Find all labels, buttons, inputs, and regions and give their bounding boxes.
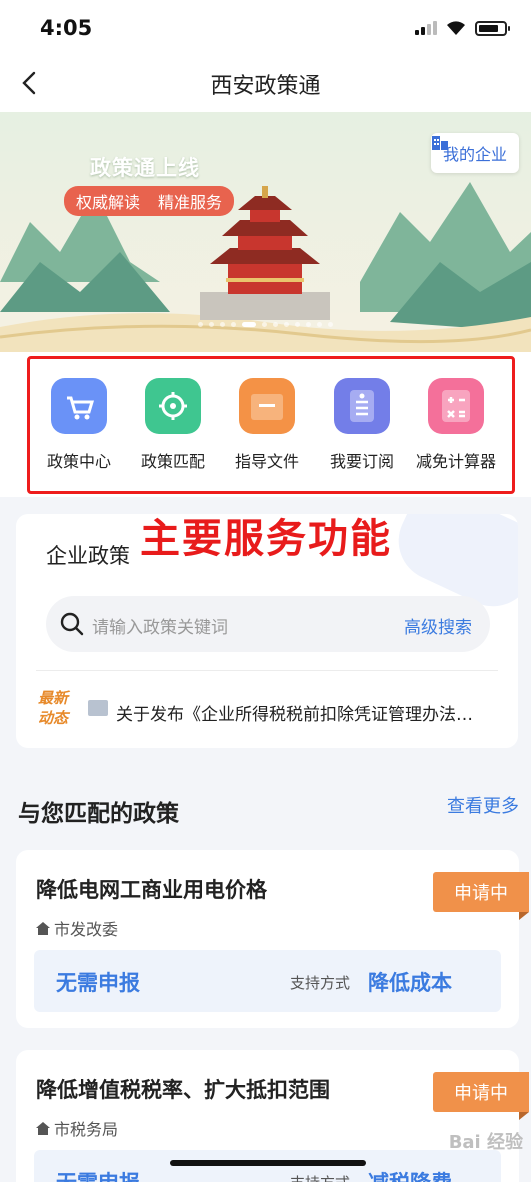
- service-label: 减免计算器: [415, 452, 496, 471]
- policy-info-bar: 无需申报 支持方式 降低成本: [34, 950, 501, 1012]
- latest-news-badge: 最新动态: [38, 689, 69, 727]
- support-label: 支持方式: [290, 1172, 350, 1182]
- my-enterprise-label: 我的企业: [442, 145, 507, 164]
- status-bar: 4:05: [0, 0, 531, 56]
- policy-info-bar: 无需申报 支持方式 减税降费: [34, 1150, 501, 1182]
- policy-department: 市发改委: [36, 916, 118, 940]
- page-title: 西安政策通: [210, 74, 321, 99]
- view-more-link[interactable]: 查看更多: [447, 792, 519, 818]
- policy-department: 市税务局: [36, 1116, 118, 1140]
- service-reduction-calculator[interactable]: 减免计算器: [408, 378, 504, 472]
- service-label: 政策匹配: [140, 452, 205, 471]
- annotation-label: 主要服务功能: [140, 516, 392, 562]
- my-enterprise-button[interactable]: 我的企业: [430, 133, 519, 173]
- status-time: 4:05: [40, 16, 93, 40]
- carousel-indicator: [0, 322, 531, 327]
- divider: [36, 670, 498, 671]
- search-placeholder[interactable]: 请输入政策关键词: [92, 613, 228, 638]
- hero-banner[interactable]: 政策通上线 权威解读 精准服务 我的企业: [0, 112, 531, 352]
- latest-news-item[interactable]: 关于发布《企业所得税税前扣除凭证管理办法…: [116, 700, 508, 725]
- support-method: 降低成本: [368, 971, 452, 995]
- declare-type: 无需申报: [56, 1167, 140, 1182]
- declare-type: 无需申报: [56, 971, 140, 995]
- service-guidance-docs[interactable]: 指导文件: [219, 378, 315, 472]
- banner-tag: 权威解读: [76, 193, 141, 212]
- status-icons: [415, 20, 510, 36]
- service-label: 政策中心: [46, 452, 111, 471]
- search-icon: [60, 612, 84, 636]
- policy-search-bar[interactable]: 请输入政策关键词 高级搜索: [46, 596, 490, 652]
- status-badge: 申请中: [433, 1072, 529, 1120]
- battery-icon: [475, 20, 510, 36]
- service-label: 我要订阅: [329, 452, 394, 471]
- banner-tags: 权威解读 精准服务: [64, 186, 235, 216]
- banner-title: 政策通上线: [90, 156, 200, 180]
- status-badge: 申请中: [433, 872, 529, 920]
- advanced-search-link[interactable]: 高级搜索: [404, 613, 472, 638]
- banner-tag: 精准服务: [158, 193, 223, 212]
- home-indicator[interactable]: [170, 1160, 366, 1166]
- policy-title: 降低电网工商业用电价格: [36, 878, 267, 902]
- target-icon: [145, 378, 201, 434]
- folder-icon: [239, 378, 295, 434]
- calculator-icon: [428, 378, 484, 434]
- cart-icon: [51, 378, 107, 434]
- subscribe-icon: [334, 378, 390, 434]
- building-icon: [431, 136, 448, 150]
- department-label: 市发改委: [54, 920, 119, 939]
- enterprise-policy-title: 企业政策: [46, 544, 130, 568]
- policy-title: 降低增值税税率、扩大抵扣范围: [36, 1078, 330, 1102]
- home-icon: [36, 1121, 50, 1135]
- service-policy-center[interactable]: 政策中心: [31, 378, 127, 472]
- book-icon: [88, 700, 108, 716]
- service-policy-match[interactable]: 政策匹配: [125, 378, 221, 472]
- service-grid: 政策中心 政策匹配 指导文件 我要订阅 减免计算器: [0, 352, 531, 497]
- department-label: 市税务局: [54, 1120, 119, 1139]
- support-method: 减税降费: [368, 1167, 452, 1182]
- home-icon: [36, 921, 50, 935]
- nav-bar: 西安政策通: [0, 56, 531, 112]
- matched-section-title: 与您匹配的政策: [18, 801, 179, 827]
- signal-icon: [415, 21, 437, 35]
- watermark: Bai 经验: [448, 1132, 523, 1153]
- service-label: 指导文件: [234, 452, 299, 471]
- policy-card[interactable]: 降低电网工商业用电价格 市发改委 申请中 无需申报 支持方式 降低成本: [16, 850, 529, 1028]
- service-subscribe[interactable]: 我要订阅: [314, 378, 410, 472]
- wifi-icon: [447, 21, 465, 35]
- support-label: 支持方式: [290, 974, 351, 992]
